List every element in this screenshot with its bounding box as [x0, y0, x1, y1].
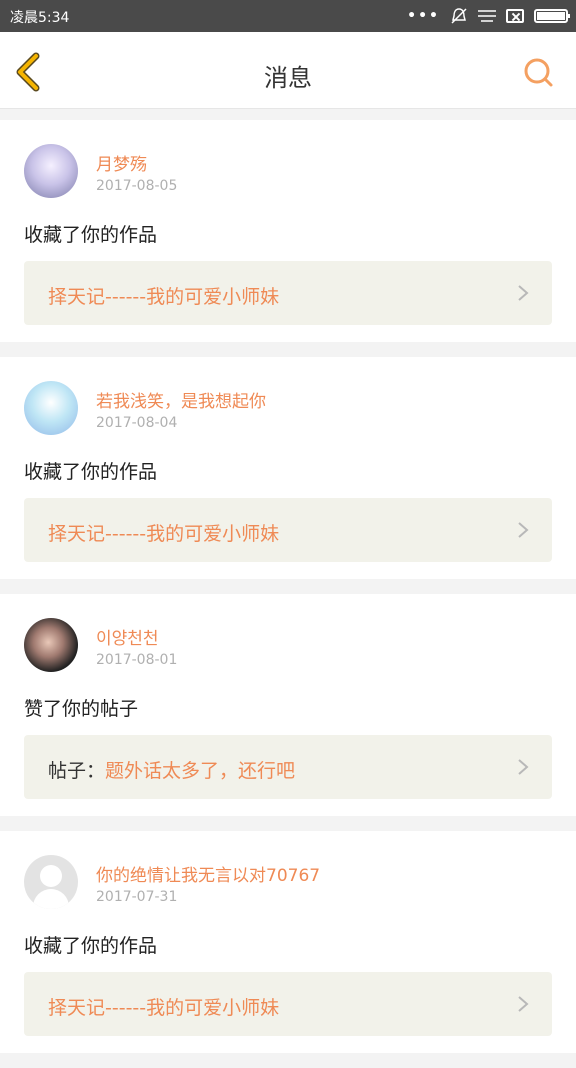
action-text: 收藏了你的作品 [24, 461, 158, 483]
action-text: 赞了你的帖子 [24, 698, 139, 720]
link-title: 择天记------我的可爱小师妹 [48, 997, 280, 1019]
avatar[interactable] [24, 144, 78, 198]
avatar[interactable] [24, 618, 78, 672]
avatar[interactable] [24, 381, 78, 435]
post-link-text: 帖子：题外话太多了，还行吧 [48, 756, 295, 783]
nav-bar: 消息 [0, 32, 576, 109]
work-link-text: 择天记------我的可爱小师妹 [48, 282, 279, 309]
message-date: 2017-08-05 [96, 178, 178, 194]
link-title: 题外话太多了，还行吧 [105, 760, 296, 782]
status-icons: ••• [407, 7, 570, 25]
username[interactable]: 你的绝情让我无言以对70767 [96, 861, 320, 886]
work-link[interactable]: 择天记------我的可爱小师妹 [24, 972, 552, 1036]
chevron-right-icon [518, 996, 529, 1012]
message-date: 2017-07-31 [96, 889, 178, 905]
work-link-text: 择天记------我的可爱小师妹 [48, 519, 279, 546]
post-link[interactable]: 帖子：题外话太多了，还行吧 [24, 735, 552, 799]
message-list: 月梦殇 2017-08-05 收藏了你的作品 择天记------我的可爱小师妹 … [0, 120, 576, 1068]
message-card: 이양천천 2017-08-01 赞了你的帖子 帖子：题外话太多了，还行吧 [0, 594, 576, 816]
link-title: 择天记------我的可爱小师妹 [48, 286, 280, 308]
close-box-icon [506, 9, 524, 23]
message-card: 你的绝情让我无言以对70767 2017-07-31 收藏了你的作品 择天记--… [0, 831, 576, 1053]
link-prefix: 帖子： [48, 760, 106, 782]
status-bar: 凌晨5:34 ••• [0, 0, 576, 32]
action-text: 收藏了你的作品 [24, 224, 158, 246]
message-date: 2017-08-01 [96, 652, 178, 668]
search-icon[interactable] [522, 56, 554, 88]
dots-icon: ••• [407, 8, 440, 24]
work-link-text: 择天记------我的可爱小师妹 [48, 993, 279, 1020]
action-text: 收藏了你的作品 [24, 935, 158, 957]
avatar[interactable] [24, 855, 78, 909]
username[interactable]: 若我浅笑，是我想起你 [96, 387, 266, 412]
username[interactable]: 이양천천 [96, 624, 159, 649]
message-card: 月梦殇 2017-08-05 收藏了你的作品 择天记------我的可爱小师妹 [0, 120, 576, 342]
link-title: 择天记------我的可爱小师妹 [48, 523, 280, 545]
page-title: 消息 [264, 64, 312, 92]
chevron-right-icon [518, 285, 529, 301]
username[interactable]: 月梦殇 [96, 150, 147, 175]
status-time: 凌晨5:34 [10, 10, 70, 26]
work-link[interactable]: 择天记------我的可爱小师妹 [24, 261, 552, 325]
bell-muted-icon [451, 8, 467, 24]
work-link[interactable]: 择天记------我的可爱小师妹 [24, 498, 552, 562]
chevron-right-icon [518, 522, 529, 538]
message-date: 2017-08-04 [96, 415, 178, 431]
chevron-right-icon [518, 759, 529, 775]
menu-lines-icon [478, 10, 496, 22]
message-card: 若我浅笑，是我想起你 2017-08-04 收藏了你的作品 择天记------我… [0, 357, 576, 579]
battery-icon [534, 9, 570, 23]
